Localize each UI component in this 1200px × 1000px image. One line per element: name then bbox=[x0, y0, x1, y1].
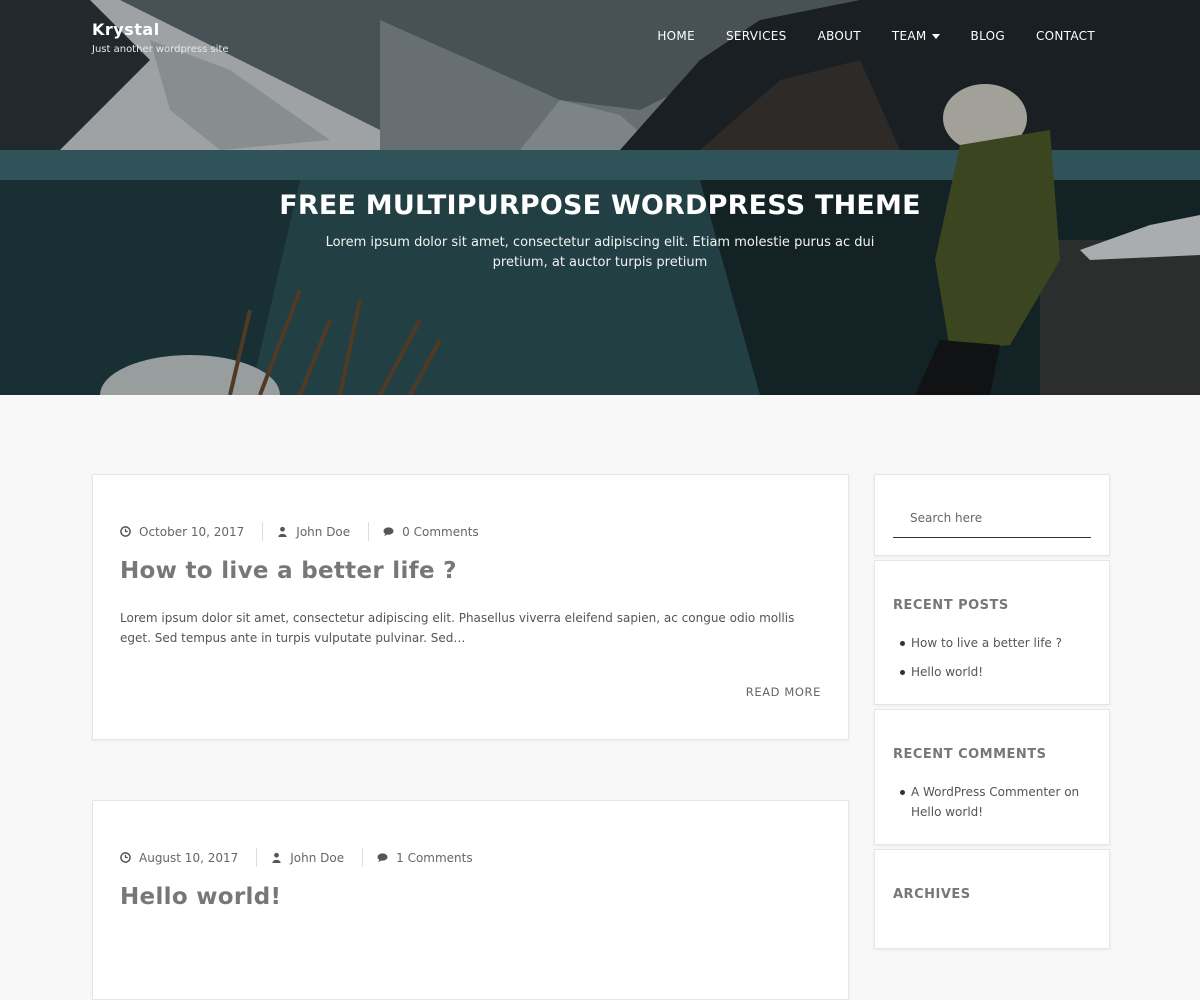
recent-posts-list: How to live a better life ? Hello world! bbox=[897, 633, 1097, 691]
comment-on-text: on bbox=[1064, 785, 1080, 799]
comment-author-link[interactable]: A WordPress Commenter bbox=[911, 785, 1060, 799]
widget-title: RECENT POSTS bbox=[893, 598, 1009, 613]
widget-title: RECENT COMMENTS bbox=[893, 747, 1047, 762]
nav-item-about[interactable]: ABOUT bbox=[818, 29, 861, 43]
post-comments-text: 1 Comments bbox=[396, 850, 473, 865]
list-item: A WordPress Commenter on Hello world! bbox=[897, 782, 1097, 822]
clock-icon bbox=[120, 526, 131, 537]
user-icon bbox=[272, 852, 281, 863]
post-comments-text: 0 Comments bbox=[402, 524, 479, 539]
post-title[interactable]: How to live a better life ? bbox=[120, 558, 457, 584]
meta-divider bbox=[368, 522, 370, 541]
post-meta: October 10, 2017 John Doe 0 Comments bbox=[120, 522, 497, 541]
post-excerpt: Lorem ipsum dolor sit amet, consectetur … bbox=[120, 611, 795, 645]
comment-post-link[interactable]: Hello world! bbox=[911, 805, 983, 819]
content-area: October 10, 2017 John Doe 0 Comments How… bbox=[0, 395, 1200, 1000]
comment-icon bbox=[383, 527, 394, 537]
post-meta: August 10, 2017 John Doe 1 Comments bbox=[120, 848, 491, 867]
main-nav: HOME SERVICES ABOUT TEAM BLOG CONTACT bbox=[626, 29, 1095, 43]
post-date-text: October 10, 2017 bbox=[139, 524, 245, 539]
meta-divider bbox=[262, 522, 264, 541]
post-card: October 10, 2017 John Doe 0 Comments How… bbox=[92, 474, 849, 740]
search-widget bbox=[874, 474, 1110, 556]
post-comments[interactable]: 1 Comments bbox=[377, 851, 491, 865]
list-item: Hello world! bbox=[897, 662, 1097, 682]
nav-item-team[interactable]: TEAM bbox=[892, 29, 940, 43]
clock-icon bbox=[120, 852, 131, 863]
post-date-text: August 10, 2017 bbox=[139, 850, 239, 865]
recent-comments-list: A WordPress Commenter on Hello world! bbox=[897, 782, 1097, 831]
archives-widget: ARCHIVES bbox=[874, 849, 1110, 949]
post-date[interactable]: August 10, 2017 bbox=[120, 851, 256, 865]
recent-post-link[interactable]: Hello world! bbox=[911, 665, 983, 679]
post-card: August 10, 2017 John Doe 1 Comments Hell… bbox=[92, 800, 849, 1000]
hero-subtext: Lorem ipsum dolor sit amet, consectetur … bbox=[325, 235, 875, 270]
nav-item-team-label: TEAM bbox=[891, 29, 927, 43]
post-title[interactable]: Hello world! bbox=[120, 884, 281, 910]
search-input[interactable] bbox=[893, 498, 1091, 538]
hero-heading: FREE MULTIPURPOSE WORDPRESS THEME bbox=[279, 190, 921, 221]
list-item: How to live a better life ? bbox=[897, 633, 1097, 653]
recent-post-link[interactable]: How to live a better life ? bbox=[911, 636, 1062, 650]
nav-item-contact[interactable]: CONTACT bbox=[1036, 29, 1095, 43]
site-branding[interactable]: Krystal Just another wordpress site bbox=[92, 20, 229, 55]
nav-item-home[interactable]: HOME bbox=[657, 29, 695, 43]
hero-content: FREE MULTIPURPOSE WORDPRESS THEME Lorem … bbox=[0, 190, 1200, 273]
meta-divider bbox=[362, 848, 364, 867]
post-author[interactable]: John Doe bbox=[271, 851, 362, 865]
recent-posts-widget: RECENT POSTS How to live a better life ?… bbox=[874, 560, 1110, 705]
read-more-link[interactable]: READ MORE bbox=[746, 685, 821, 699]
comment-icon bbox=[377, 853, 388, 863]
site-title[interactable]: Krystal bbox=[92, 20, 229, 39]
hero-banner: Krystal Just another wordpress site HOME… bbox=[0, 0, 1200, 395]
caret-down-icon bbox=[931, 34, 940, 39]
post-author-text: John Doe bbox=[290, 850, 345, 865]
post-author[interactable]: John Doe bbox=[277, 525, 368, 539]
meta-divider bbox=[256, 848, 258, 867]
post-author-text: John Doe bbox=[296, 524, 351, 539]
nav-item-services[interactable]: SERVICES bbox=[726, 29, 787, 43]
user-icon bbox=[278, 526, 287, 537]
post-comments[interactable]: 0 Comments bbox=[383, 525, 497, 539]
site-tagline: Just another wordpress site bbox=[92, 44, 229, 55]
nav-item-blog[interactable]: BLOG bbox=[971, 29, 1005, 43]
recent-comments-widget: RECENT COMMENTS A WordPress Commenter on… bbox=[874, 709, 1110, 845]
post-date[interactable]: October 10, 2017 bbox=[120, 525, 262, 539]
